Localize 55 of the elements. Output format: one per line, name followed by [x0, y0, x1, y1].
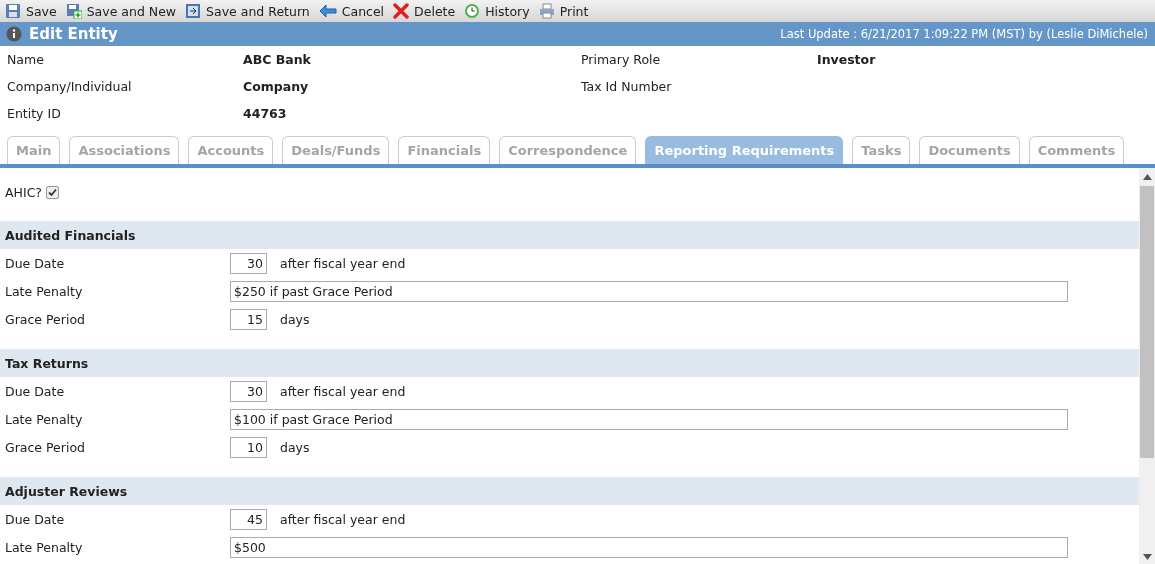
text-field[interactable]: $100 if past Grace Period — [230, 408, 1068, 430]
unit-label: after fiscal year end — [280, 511, 406, 527]
field-value: 44763 — [243, 106, 288, 121]
toolbar-button[interactable]: Save and New — [64, 0, 183, 22]
section-header: Adjuster Reviews — [0, 477, 1139, 505]
left-arrow-icon — [318, 3, 337, 19]
field-label: Company/Individual — [7, 79, 133, 94]
field-value: Investor — [817, 52, 877, 67]
number-field[interactable]: 45 — [230, 508, 267, 530]
toolbar-button[interactable]: History — [463, 0, 536, 22]
toolbar-button[interactable]: Print — [537, 0, 595, 22]
toolbar-button[interactable]: Save and Return — [184, 0, 316, 22]
field-label: Due Date — [4, 255, 66, 271]
field-value: Company — [243, 79, 310, 94]
toolbar-button[interactable]: Save — [4, 0, 63, 22]
field-label: Grace Period — [4, 311, 86, 327]
number-field[interactable]: 30 — [230, 380, 267, 402]
text-field[interactable]: $250 if past Grace Period — [230, 280, 1068, 302]
field-label: Due Date — [4, 383, 66, 399]
field-label: Entity ID — [7, 106, 62, 121]
toolbar-button[interactable]: Delete — [392, 0, 462, 22]
unit-label: after fiscal year end — [280, 255, 406, 271]
printer-icon — [538, 3, 555, 19]
clock-icon — [464, 3, 481, 19]
unit-label: days — [280, 311, 310, 327]
number-field[interactable]: 15 — [230, 308, 267, 330]
section-header: Audited Financials — [0, 221, 1139, 249]
field-label: Primary Role — [581, 52, 662, 67]
scroll-down-icon[interactable] — [1142, 554, 1152, 560]
unit-label: days — [280, 439, 310, 455]
field-label: Late Penalty — [4, 411, 84, 427]
save-new-icon — [65, 3, 82, 19]
text-field[interactable]: $500 — [230, 536, 1068, 558]
checkbox-label: AHIC? — [5, 184, 42, 200]
field-label: Late Penalty — [4, 283, 84, 299]
field-label: Due Date — [4, 511, 66, 527]
checkbox[interactable] — [46, 185, 59, 199]
scrollbar[interactable] — [1139, 168, 1155, 564]
number-field[interactable]: 10 — [230, 436, 267, 458]
toolbar-button[interactable]: Cancel — [317, 0, 391, 22]
number-field[interactable]: 30 — [230, 252, 267, 274]
unit-label: after fiscal year end — [280, 383, 406, 399]
scroll-thumb[interactable] — [1140, 186, 1154, 458]
field-label: Grace Period — [4, 439, 86, 455]
page-title: Edit Entity — [29, 25, 119, 43]
save-return-icon — [185, 3, 202, 19]
section-header: Tax Returns — [0, 349, 1139, 377]
field-value: ABC Bank — [243, 52, 312, 67]
last-update-text: Last Update : 6/21/2017 1:09:22 PM (MST) by (Leslie DiMichele) — [780, 27, 1148, 41]
field-label: Name — [7, 52, 45, 67]
field-label: Tax Id Number — [581, 79, 673, 94]
scroll-up-icon[interactable] — [1142, 174, 1152, 180]
info-icon — [6, 26, 22, 42]
field-label: Late Penalty — [4, 539, 84, 555]
x-icon — [393, 3, 410, 19]
